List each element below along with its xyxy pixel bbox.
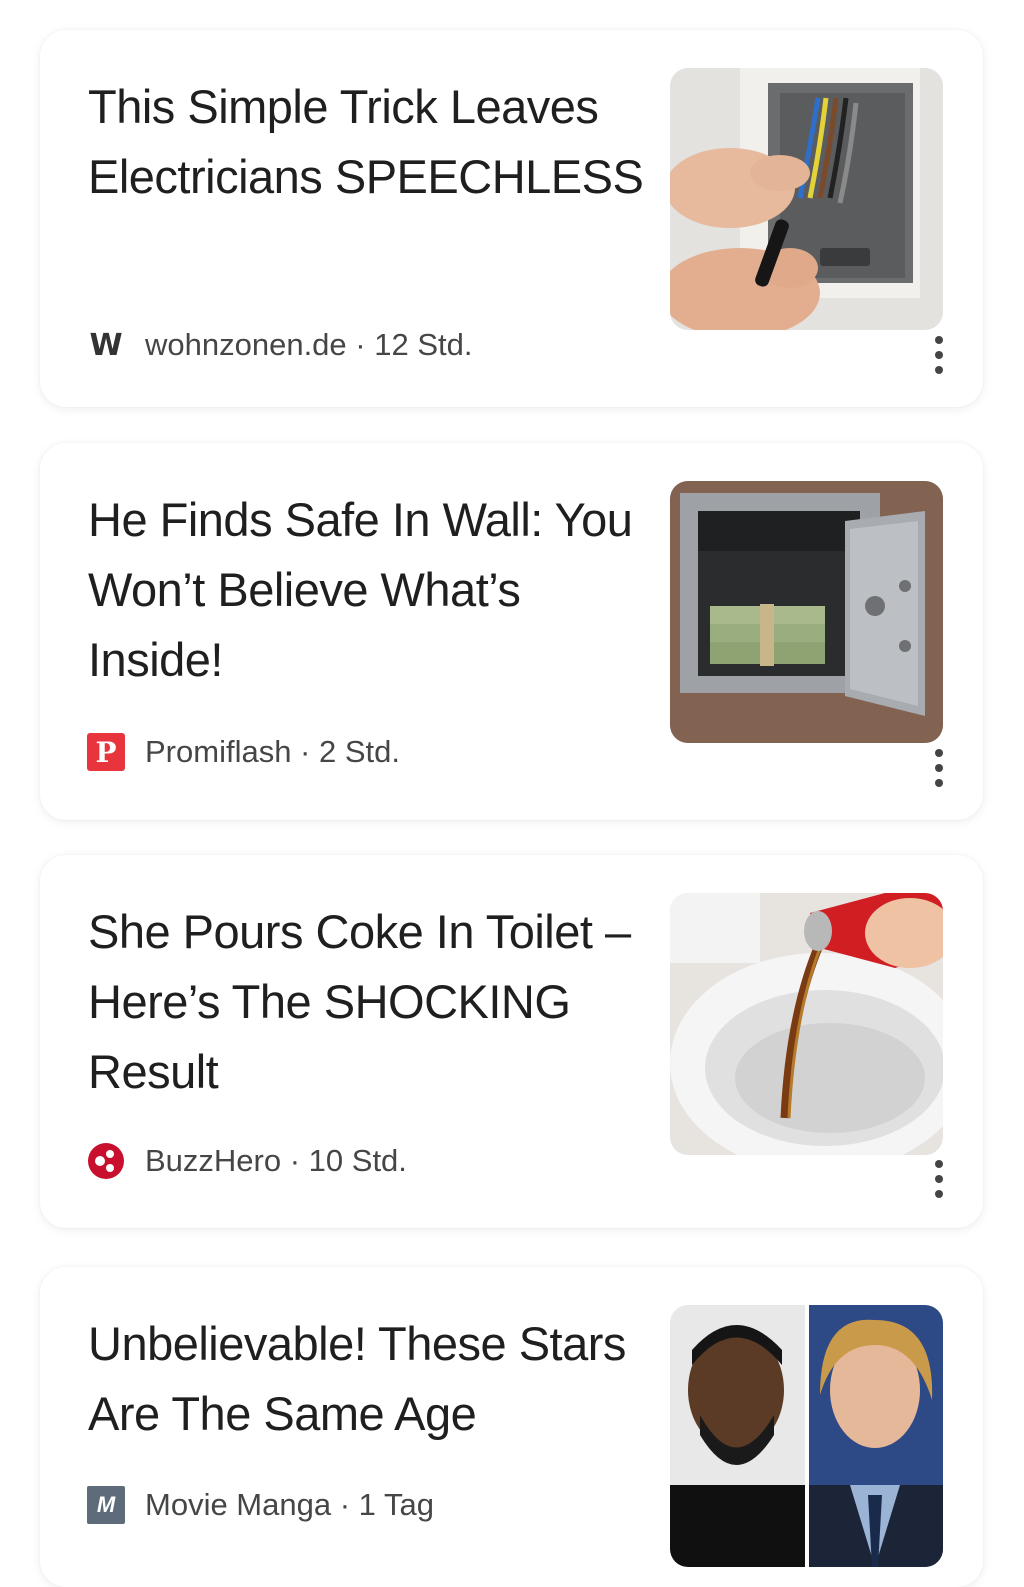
meta-separator: · — [281, 1143, 309, 1178]
publisher-name: Movie Manga — [145, 1487, 332, 1522]
article-age: 10 Std. — [308, 1143, 407, 1178]
meta-separator: · — [346, 327, 375, 362]
article-source: W wohnzonen.de · 12 Std. — [87, 326, 472, 364]
toilet-image — [670, 893, 943, 1155]
more-options-icon[interactable] — [933, 1160, 945, 1198]
article-source: P Promiflash · 2 Std. — [87, 733, 400, 771]
publisher-name: BuzzHero — [145, 1143, 282, 1178]
safe-image — [670, 481, 943, 743]
article-title[interactable]: Unbelievable! These Stars Are The Same A… — [88, 1309, 648, 1449]
publisher-name: Promiflash — [145, 734, 292, 769]
article-thumbnail[interactable] — [670, 1305, 943, 1567]
article-thumbnail[interactable] — [670, 893, 943, 1155]
news-card[interactable]: He Finds Safe In Wall: You Won’t Believe… — [40, 443, 983, 820]
article-thumbnail[interactable] — [670, 481, 943, 743]
publisher-logo: M — [87, 1486, 125, 1524]
publisher-logo — [87, 1142, 125, 1180]
publisher-name: wohnzonen.de — [145, 327, 347, 362]
news-card[interactable]: Unbelievable! These Stars Are The Same A… — [40, 1267, 983, 1587]
more-options-icon[interactable] — [933, 749, 945, 787]
article-age: 2 Std. — [319, 734, 400, 769]
publisher-logo: W — [89, 327, 123, 363]
article-thumbnail[interactable] — [670, 68, 943, 330]
article-title[interactable]: He Finds Safe In Wall: You Won’t Believe… — [88, 485, 648, 695]
more-options-icon[interactable] — [933, 336, 945, 374]
portraits-image — [670, 1305, 943, 1567]
meta-separator: · — [291, 734, 319, 769]
article-title[interactable]: She Pours Coke In Toilet – Here’s The SH… — [88, 897, 648, 1107]
article-age: 12 Std. — [374, 327, 473, 362]
news-card[interactable]: This Simple Trick Leaves Electricians SP… — [40, 30, 983, 407]
news-card[interactable]: She Pours Coke In Toilet – Here’s The SH… — [40, 855, 983, 1228]
article-age: 1 Tag — [358, 1487, 434, 1522]
publisher-logo: P — [87, 733, 125, 771]
wires-image — [670, 68, 943, 330]
meta-separator: · — [331, 1487, 359, 1522]
article-title[interactable]: This Simple Trick Leaves Electricians SP… — [88, 72, 648, 212]
article-source: M Movie Manga · 1 Tag — [87, 1486, 434, 1524]
article-source: BuzzHero · 10 Std. — [87, 1142, 407, 1180]
